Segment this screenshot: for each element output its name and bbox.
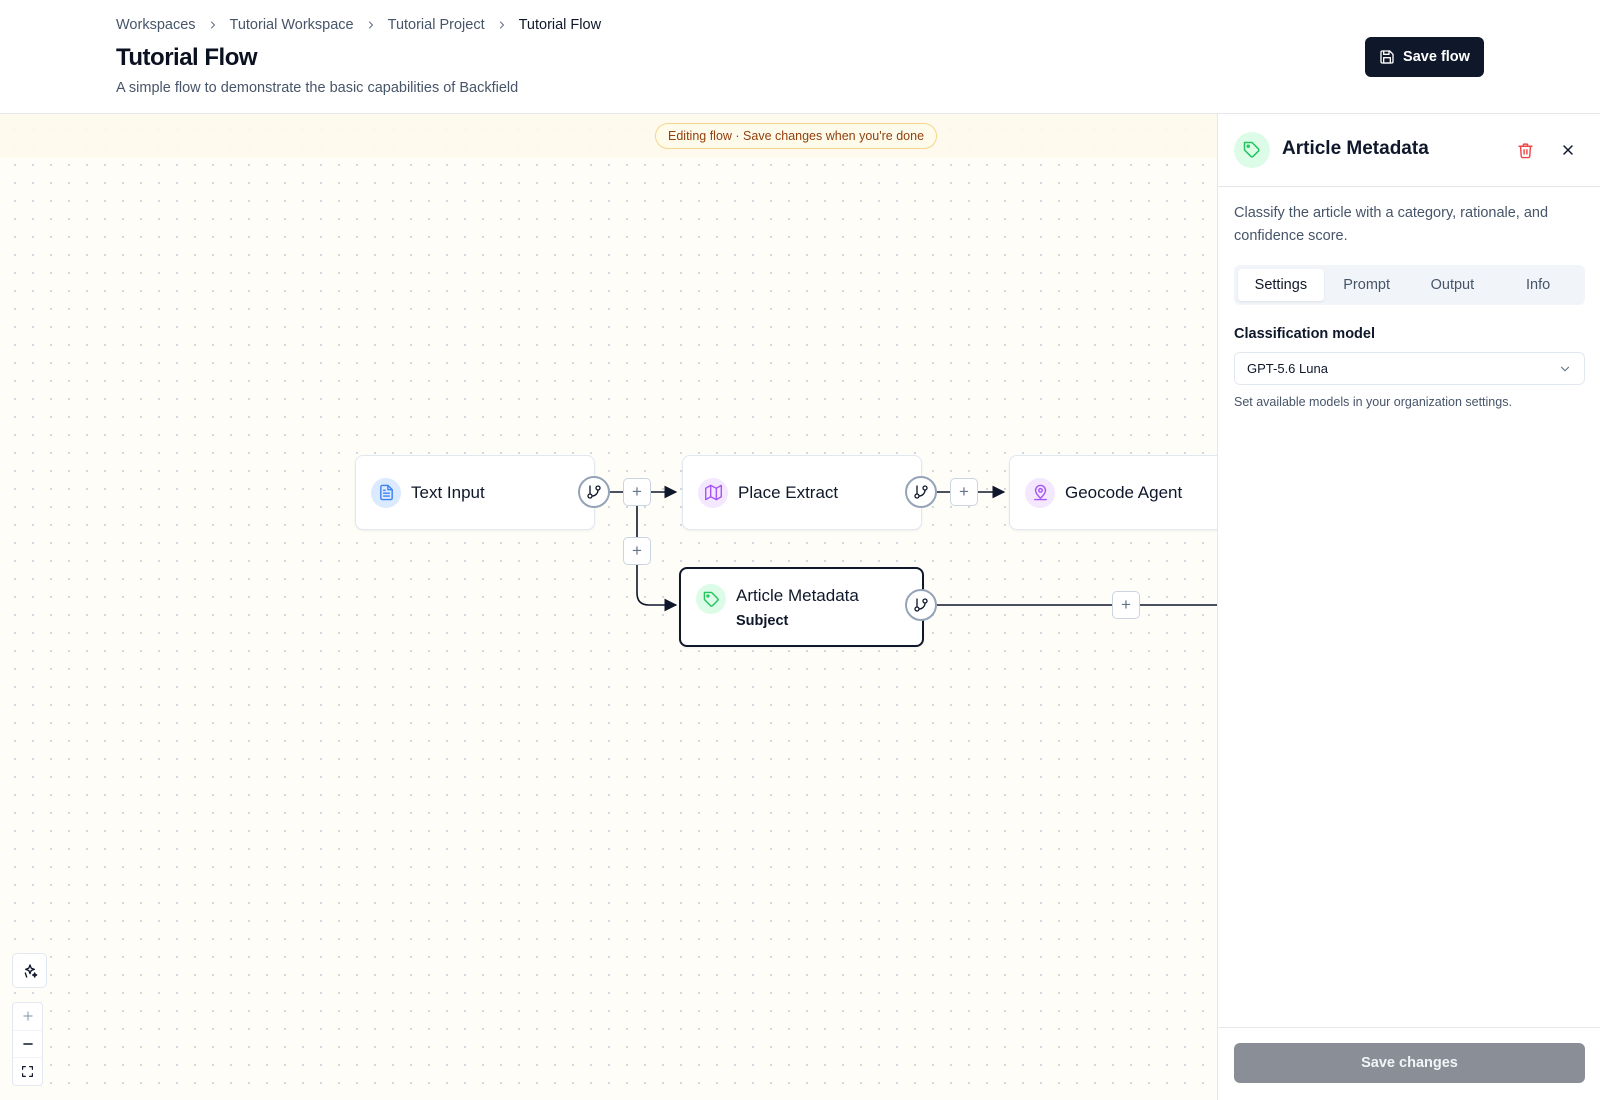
tag-icon — [696, 584, 726, 614]
maximize-icon — [21, 1065, 34, 1078]
node-settings-panel: Article Metadata Classify the article wi… — [1217, 114, 1600, 1100]
breadcrumb: Workspaces Tutorial Workspace Tutorial P… — [116, 17, 601, 33]
selected-model: GPT-5.6 Luna — [1247, 361, 1328, 376]
panel-tabs: Settings Prompt Output Info — [1234, 265, 1585, 305]
close-panel-button[interactable] — [1554, 136, 1582, 164]
zoom-out-button[interactable] — [13, 1031, 42, 1059]
add-node-button[interactable]: + — [1112, 591, 1140, 619]
save-changes-button[interactable]: Save changes — [1234, 1043, 1585, 1083]
node-sublabel: Subject — [736, 613, 789, 629]
node-label: Place Extract — [738, 482, 839, 502]
git-branch-icon — [586, 484, 602, 500]
add-node-button[interactable]: + — [623, 478, 651, 506]
flow-canvas[interactable]: Editing flow · Save changes when you're … — [0, 114, 1217, 1100]
chevron-right-icon — [496, 19, 508, 31]
classification-model-select[interactable]: GPT-5.6 Luna — [1234, 352, 1585, 385]
zoom-in-button[interactable] — [13, 1003, 42, 1031]
tab-prompt[interactable]: Prompt — [1324, 269, 1410, 301]
panel-header: Article Metadata — [1218, 114, 1600, 187]
tab-info[interactable]: Info — [1495, 269, 1581, 301]
node-label: Geocode Agent — [1065, 482, 1183, 502]
map-icon — [698, 477, 728, 508]
auto-layout-button[interactable] — [12, 953, 47, 988]
plus-icon — [21, 1009, 35, 1023]
minus-icon — [21, 1037, 35, 1051]
page-title: Tutorial Flow — [116, 44, 258, 71]
delete-node-button[interactable] — [1511, 136, 1539, 164]
node-text: Article Metadata Subject — [736, 586, 859, 629]
close-icon — [1560, 142, 1576, 158]
add-node-button[interactable]: + — [623, 537, 651, 565]
model-hint: Set available models in your organizatio… — [1234, 395, 1512, 409]
breadcrumb-current: Tutorial Flow — [518, 17, 602, 33]
chevron-right-icon — [207, 19, 219, 31]
tab-output[interactable]: Output — [1410, 269, 1496, 301]
zoom-controls — [12, 1002, 43, 1086]
node-place-extract[interactable]: Place Extract — [682, 455, 922, 530]
breadcrumb-tutorial-workspace[interactable]: Tutorial Workspace — [230, 17, 354, 33]
breadcrumb-workspaces[interactable]: Workspaces — [116, 17, 196, 33]
branch-button[interactable] — [905, 476, 937, 508]
panel-description: Classify the article with a category, ra… — [1234, 205, 1549, 244]
breadcrumb-tutorial-project[interactable]: Tutorial Project — [388, 17, 485, 33]
node-label: Article Metadata — [736, 586, 859, 605]
tab-settings[interactable]: Settings — [1238, 269, 1324, 301]
git-branch-icon — [913, 484, 929, 500]
fit-view-button[interactable] — [13, 1058, 42, 1085]
panel-title: Article Metadata — [1282, 138, 1429, 159]
node-geocode-agent[interactable]: Geocode Agent — [1009, 455, 1217, 530]
tag-icon — [1234, 132, 1270, 168]
page-header: Workspaces Tutorial Workspace Tutorial P… — [0, 0, 1600, 114]
node-label: Text Input — [411, 482, 485, 502]
page-description: A simple flow to demonstrate the basic c… — [116, 80, 519, 96]
branch-button[interactable] — [905, 589, 937, 621]
map-pin-user-icon — [1025, 477, 1055, 508]
flow-edges — [609, 485, 1217, 612]
add-node-button[interactable]: + — [950, 478, 978, 506]
save-icon — [1379, 49, 1395, 65]
save-flow-label: Save flow — [1403, 49, 1470, 65]
save-flow-button[interactable]: Save flow — [1365, 37, 1484, 77]
classification-model-label: Classification model — [1234, 326, 1376, 342]
trash-icon — [1517, 142, 1534, 159]
node-article-metadata[interactable]: Article Metadata Subject — [679, 567, 924, 647]
branch-button[interactable] — [578, 476, 610, 508]
panel-footer: Save changes — [1218, 1027, 1600, 1100]
chevron-right-icon — [365, 19, 377, 31]
chevron-down-icon — [1558, 362, 1572, 376]
git-branch-icon — [913, 597, 929, 613]
sparkles-icon — [22, 963, 38, 979]
node-text-input[interactable]: Text Input — [355, 455, 595, 530]
document-icon — [371, 477, 401, 508]
